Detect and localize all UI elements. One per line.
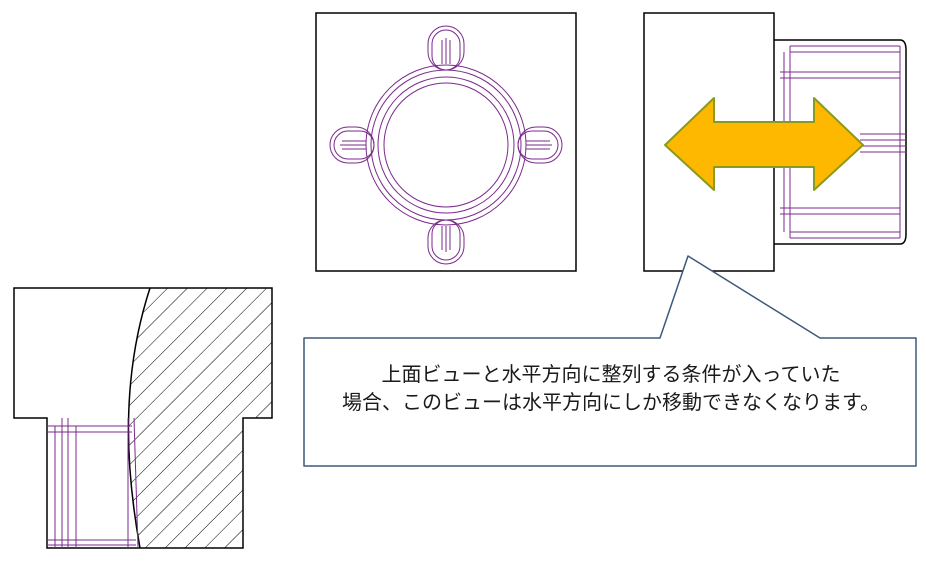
- top-view: [315, 12, 577, 272]
- top-view-part: [329, 25, 563, 265]
- lobe-top: [427, 25, 465, 71]
- callout-line-2: 場合、このビューは水平方向にしか移動できなくなります。: [342, 390, 880, 414]
- callout-text: 上面ビューと水平方向に整列する条件が入っていた 場合、このビューは水平方向にしか…: [306, 360, 916, 416]
- lobe-bottom: [427, 219, 465, 265]
- section-edges: [47, 417, 139, 549]
- cad-drawing: [13, 12, 917, 549]
- section-view: [13, 287, 273, 549]
- callout-line-1: 上面ビューと水平方向に整列する条件が入っていた: [381, 362, 841, 386]
- move-arrow-icon: [664, 97, 864, 191]
